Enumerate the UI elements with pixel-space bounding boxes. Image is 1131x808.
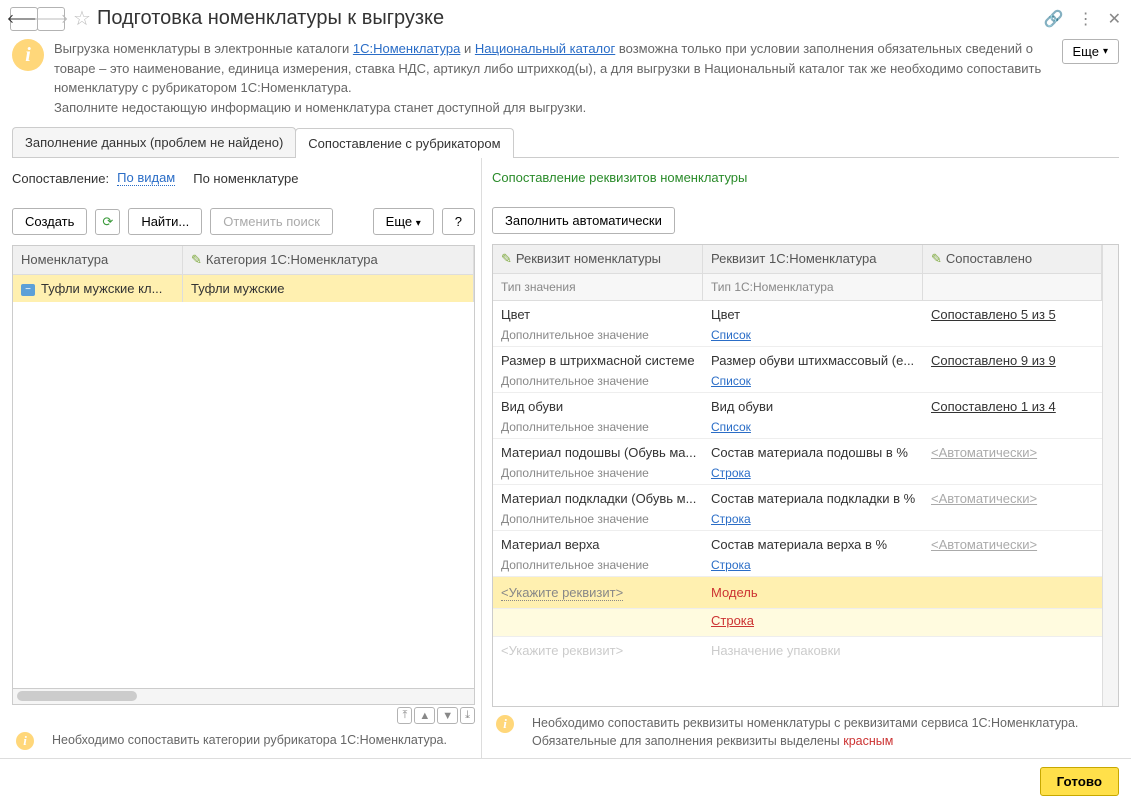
forward-button[interactable]: 🡒 <box>37 7 65 31</box>
rekv1c-name: Состав материала подкладки в % <box>711 491 931 506</box>
rekv-name: Цвет <box>501 307 711 322</box>
type-link[interactable]: Список <box>711 374 931 388</box>
type-link[interactable]: Список <box>711 420 931 434</box>
nomen-cell: Туфли мужские кл... <box>41 281 162 296</box>
type-link[interactable]: Строка <box>711 512 931 526</box>
rekv-subtype: Дополнительное значение <box>501 420 711 434</box>
right-footer-text: Необходимо сопоставить реквизиты номенкл… <box>532 715 1115 750</box>
pencil-icon: ✎ <box>191 252 202 267</box>
sort-down-button[interactable]: ▼ <box>437 707 458 724</box>
done-button[interactable]: Готово <box>1040 767 1119 796</box>
compare-label: Сопоставление: <box>12 171 109 186</box>
req-row-selected[interactable]: <Укажите реквизит> Модель <box>493 577 1102 609</box>
rekv-subtype: Дополнительное значение <box>501 558 711 572</box>
col-nomenclature[interactable]: Номенклатура <box>13 246 183 275</box>
rekv-name: Размер в штрихмасной системе <box>501 353 711 368</box>
rekv-name: Материал верха <box>501 537 711 552</box>
string-link-red[interactable]: Строка <box>711 613 754 628</box>
sopostavleno-link[interactable]: Сопоставлено 9 из 9 <box>931 353 1056 368</box>
rekv1c-name: Состав материала верха в % <box>711 537 931 552</box>
collapse-icon[interactable]: − <box>21 284 35 296</box>
right-heading: Сопоставление реквизитов номенклатуры <box>492 158 1119 195</box>
info-icon: i <box>12 39 44 71</box>
cancel-search-button: Отменить поиск <box>210 208 333 235</box>
sopostavleno-link[interactable]: <Автоматически> <box>931 491 1037 506</box>
more-button-top[interactable]: Еще ▾ <box>1062 39 1119 64</box>
by-nomenclature-label[interactable]: По номенклатуре <box>193 171 298 186</box>
col-type-value: Тип значения <box>493 274 703 300</box>
rekv-name: Материал подкладки (Обувь м... <box>501 491 711 506</box>
req-row[interactable]: Размер в штрихмасной системе Дополнительн… <box>493 347 1102 393</box>
help-button[interactable]: ? <box>442 208 475 235</box>
info-text: Выгрузка номенклатуры в электронные ката… <box>54 39 1052 117</box>
left-footer-text: Необходимо сопоставить категории рубрика… <box>52 732 447 750</box>
link-icon[interactable]: 🔗 <box>1044 9 1064 29</box>
tab-match-rubricator[interactable]: Сопоставление с рубрикатором <box>295 128 513 158</box>
rekv-subtype: Дополнительное значение <box>501 374 711 388</box>
type-link[interactable]: Строка <box>711 558 931 572</box>
req-row[interactable]: Материал подкладки (Обувь м... Дополнител… <box>493 485 1102 531</box>
table-row[interactable]: −Туфли мужские кл... Туфли мужские <box>13 275 474 302</box>
rekv-subtype: Дополнительное значение <box>501 328 711 342</box>
sort-top-button[interactable]: ⤒ <box>397 707 412 724</box>
req-row[interactable]: ЦветДополнительное значениеЦветСписокСоп… <box>493 301 1102 347</box>
req-row[interactable]: Материал подошвы (Обувь ма... Дополнитель… <box>493 439 1102 485</box>
rekv-name: Материал подошвы (Обувь ма... <box>501 445 711 460</box>
category-cell: Туфли мужские <box>183 275 474 302</box>
rekv-subtype: Дополнительное значение <box>501 512 711 526</box>
col-category[interactable]: ✎Категория 1С:Номенклатура <box>183 246 474 275</box>
vertical-scrollbar[interactable] <box>1102 245 1118 706</box>
pencil-icon: ✎ <box>501 251 512 266</box>
rekv1c-name: Вид обуви <box>711 399 931 414</box>
by-kinds-link[interactable]: По видам <box>117 170 175 186</box>
col-rekv-nomen[interactable]: ✎Реквизит номенклатуры <box>493 245 703 273</box>
find-button[interactable]: Найти... <box>128 208 202 235</box>
req-row-sub: Строка <box>493 609 1102 637</box>
sopostavleno-link[interactable]: <Автоматически> <box>931 445 1037 460</box>
horizontal-scrollbar[interactable] <box>12 689 475 705</box>
req-row-partial[interactable]: <Укажите реквизит> Назначение упаковки <box>493 637 1102 658</box>
rekv1c-name: Цвет <box>711 307 931 322</box>
close-icon[interactable]: ✕ <box>1108 9 1121 29</box>
col-rekv-1c[interactable]: Реквизит 1С:Номенклатура <box>703 245 923 273</box>
sopostavleno-link[interactable]: <Автоматически> <box>931 537 1037 552</box>
pencil-icon: ✎ <box>931 251 942 266</box>
kebab-menu-icon[interactable]: ⋮ <box>1078 9 1094 29</box>
rekv1c-name: Размер обуви штихмассовый (е... <box>711 353 931 368</box>
fill-auto-button[interactable]: Заполнить автоматически <box>492 207 675 234</box>
req-row[interactable]: Вид обувиДополнительное значениеВид обув… <box>493 393 1102 439</box>
favorite-icon[interactable]: ☆ <box>73 6 91 31</box>
link-1c-nomen[interactable]: 1С:Номенклатура <box>353 41 460 56</box>
rekv-subtype: Дополнительное значение <box>501 466 711 480</box>
req-row[interactable]: Материал верха Дополнительное значениеСос… <box>493 531 1102 577</box>
type-link[interactable]: Строка <box>711 466 931 480</box>
link-national-catalog[interactable]: Национальный каталог <box>475 41 615 56</box>
sort-up-button[interactable]: ▲ <box>414 707 435 724</box>
rekv1c-name: Состав материала подошвы в % <box>711 445 931 460</box>
create-button[interactable]: Создать <box>12 208 87 235</box>
page-title: Подготовка номенклатуры к выгрузке <box>97 7 1044 30</box>
specify-rekvizit[interactable]: <Укажите реквизит> <box>501 585 623 601</box>
info-icon-small: i <box>496 715 514 733</box>
sort-bottom-button[interactable]: ⤓ <box>460 707 475 724</box>
sopostavleno-link[interactable]: Сопоставлено 1 из 4 <box>931 399 1056 414</box>
info-icon-small: i <box>16 732 34 750</box>
model-label: Модель <box>703 577 923 608</box>
refresh-button[interactable]: ⟳ <box>95 209 120 235</box>
tab-fill-data[interactable]: Заполнение данных (проблем не найдено) <box>12 127 296 157</box>
col-sopostavleno[interactable]: ✎Сопоставлено <box>923 245 1102 273</box>
rekv-name: Вид обуви <box>501 399 711 414</box>
type-link[interactable]: Список <box>711 328 931 342</box>
more-button-left[interactable]: Еще ▾ <box>373 208 434 235</box>
sopostavleno-link[interactable]: Сопоставлено 5 из 5 <box>931 307 1056 322</box>
col-type-1c: Тип 1С:Номенклатура <box>703 274 923 300</box>
